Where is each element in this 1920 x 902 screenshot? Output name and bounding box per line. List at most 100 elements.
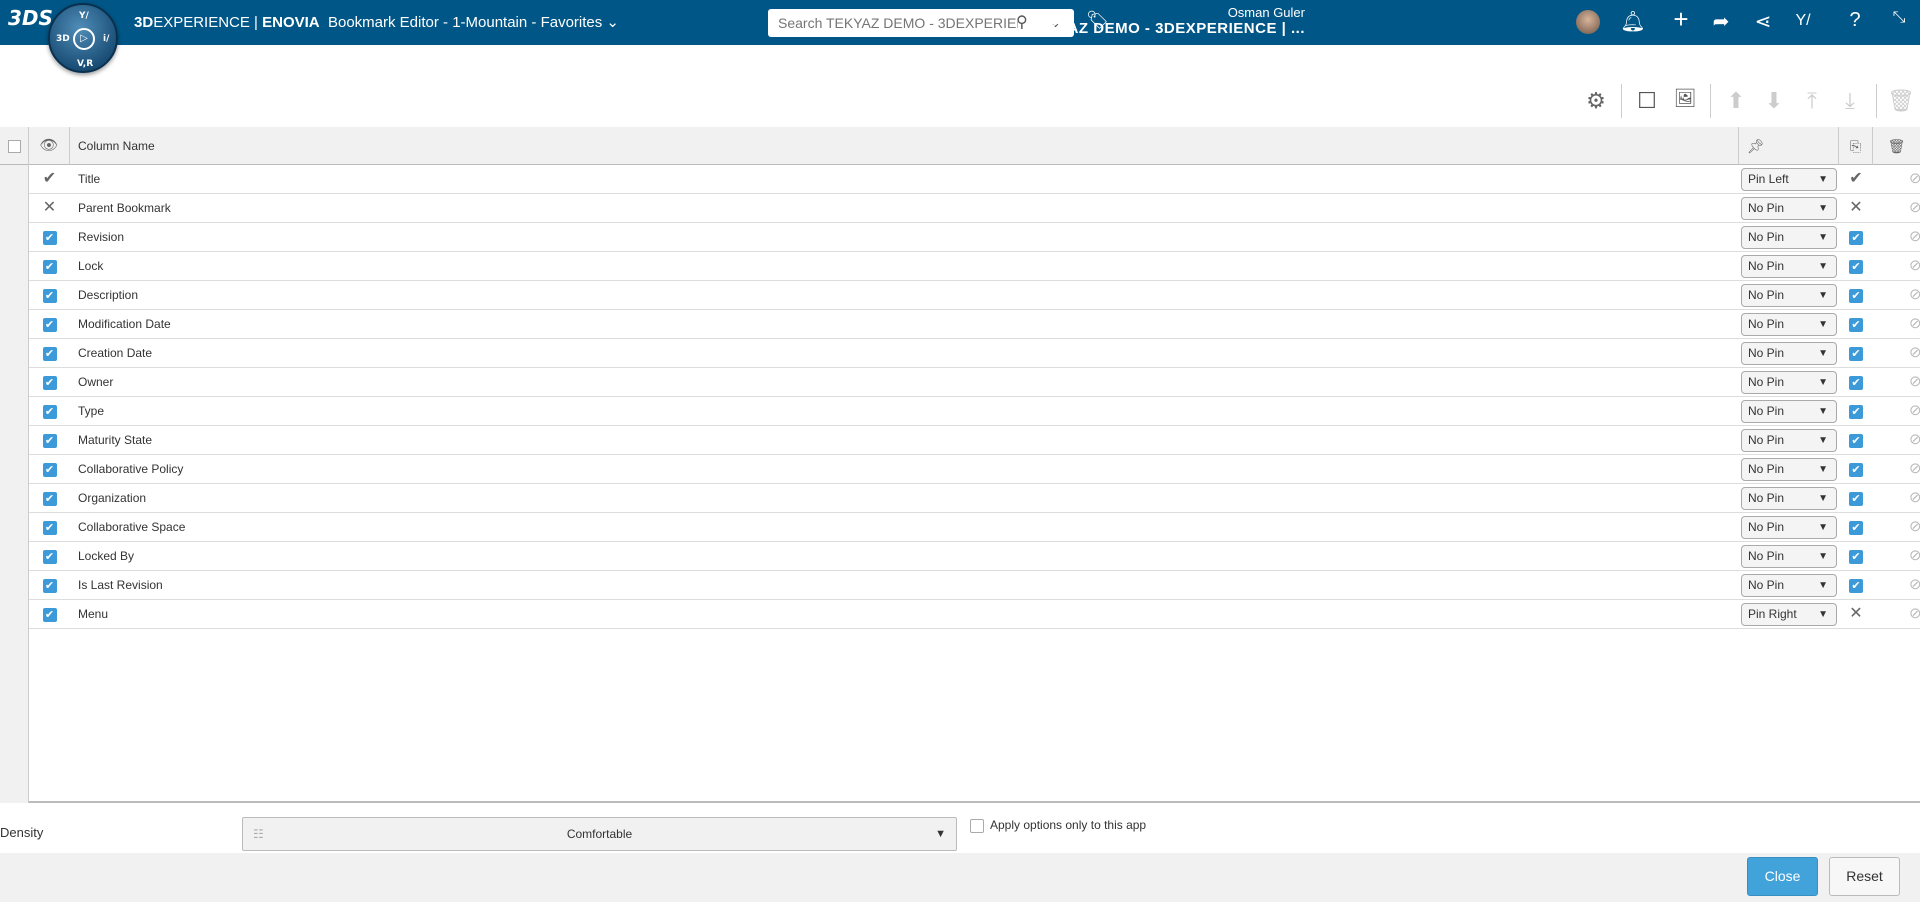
- export-checkbox[interactable]: ✔: [1849, 404, 1863, 419]
- select-all-checkbox[interactable]: [0, 127, 29, 165]
- export-checkbox[interactable]: ✔: [1849, 520, 1863, 535]
- apply-checkbox[interactable]: [970, 818, 984, 833]
- pin-select[interactable]: Pin Right ▼: [1741, 603, 1837, 626]
- export-checkbox[interactable]: ✔: [1849, 346, 1863, 361]
- pin-select[interactable]: No Pin ▼: [1741, 516, 1837, 539]
- move-top-icon[interactable]: ⤒: [1799, 88, 1825, 114]
- export-checkbox[interactable]: ✔: [1849, 230, 1863, 245]
- close-button[interactable]: Close: [1747, 857, 1818, 896]
- export-checkbox[interactable]: ✔: [1849, 375, 1863, 390]
- pin-select[interactable]: No Pin ▼: [1741, 255, 1837, 278]
- visible-checkbox[interactable]: ✔: [42, 491, 57, 506]
- table-row[interactable]: ✔ Description No Pin ▼ ✔ ⊘: [29, 281, 1920, 310]
- export-checkbox[interactable]: ✔: [1849, 317, 1863, 332]
- move-down-icon[interactable]: ⬇: [1761, 88, 1787, 114]
- table-row[interactable]: ✔ Title Pin Left ▼ ✔ ⊘: [29, 165, 1920, 194]
- trash-icon[interactable]: 🗑︎: [1873, 127, 1920, 165]
- compass-icon[interactable]: Y/ 3D i/ V,R ▷: [48, 3, 118, 73]
- export-checkbox[interactable]: ✔: [1849, 578, 1863, 593]
- visible-checkbox[interactable]: ✔: [42, 607, 57, 622]
- pin-select[interactable]: No Pin ▼: [1741, 458, 1837, 481]
- visible-checkbox[interactable]: ✔: [42, 317, 57, 332]
- chevron-down-icon[interactable]: ⌄: [606, 14, 619, 31]
- notification-icon[interactable]: 🔔︎: [1620, 9, 1646, 34]
- share-icon[interactable]: ➦: [1708, 9, 1734, 34]
- play-icon[interactable]: ▷: [73, 28, 95, 50]
- export-checkbox[interactable]: ✔: [1849, 288, 1863, 303]
- visible-checkbox[interactable]: ✔: [42, 346, 57, 361]
- table-row[interactable]: ✔ Revision No Pin ▼ ✔ ⊘: [29, 223, 1920, 252]
- social-share-icon[interactable]: ⋖: [1750, 9, 1776, 34]
- table-row[interactable]: ✔ Owner No Pin ▼ ✔ ⊘: [29, 368, 1920, 397]
- compass-right[interactable]: i/: [103, 34, 109, 44]
- pin-select[interactable]: Pin Left ▼: [1741, 168, 1837, 191]
- visible-checkbox[interactable]: ✔: [42, 578, 57, 593]
- search-icon[interactable]: ⚲: [1016, 12, 1028, 32]
- table-row[interactable]: ✔ Is Last Revision No Pin ▼ ✔ ⊘: [29, 571, 1920, 600]
- app-title[interactable]: 3DEXPERIENCE | ENOVIA Bookmark Editor - …: [134, 13, 619, 31]
- table-row[interactable]: ✔ Collaborative Space No Pin ▼ ✔ ⊘: [29, 513, 1920, 542]
- collapse-icon[interactable]: ⤡: [1886, 9, 1912, 27]
- table-row[interactable]: ✔ Lock No Pin ▼ ✔ ⊘: [29, 252, 1920, 281]
- pin-icon[interactable]: 📌︎: [1739, 127, 1839, 165]
- pin-select[interactable]: No Pin ▼: [1741, 342, 1837, 365]
- table-row[interactable]: ✔ Type No Pin ▼ ✔ ⊘: [29, 397, 1920, 426]
- avatar[interactable]: [1576, 10, 1600, 34]
- column-name-header[interactable]: Column Name: [70, 127, 1739, 165]
- export-icon[interactable]: ⎘: [1839, 127, 1873, 165]
- table-row[interactable]: ✔ Modification Date No Pin ▼ ✔ ⊘: [29, 310, 1920, 339]
- visible-checkbox[interactable]: ✔: [42, 520, 57, 535]
- visible-checkbox[interactable]: ✔: [42, 462, 57, 477]
- pin-select[interactable]: No Pin ▼: [1741, 400, 1837, 423]
- eye-icon[interactable]: 👁︎: [29, 127, 70, 165]
- export-checkbox[interactable]: ✔: [1849, 433, 1863, 448]
- pin-select[interactable]: No Pin ▼: [1741, 371, 1837, 394]
- export-checkbox[interactable]: ✔: [1849, 549, 1863, 564]
- table-row[interactable]: ✔ Organization No Pin ▼ ✔ ⊘: [29, 484, 1920, 513]
- visible-checkbox[interactable]: ✔: [42, 433, 57, 448]
- trash-icon[interactable]: 🗑︎: [1887, 88, 1915, 114]
- pin-select[interactable]: No Pin ▼: [1741, 226, 1837, 249]
- pin-value: No Pin: [1748, 462, 1785, 476]
- search-input[interactable]: [778, 15, 1018, 31]
- visible-checkbox[interactable]: ✔: [42, 230, 57, 245]
- visible-checkbox[interactable]: ✔: [42, 404, 57, 419]
- pin-select[interactable]: No Pin ▼: [1741, 574, 1837, 597]
- image-icon[interactable]: 🖼︎: [1672, 88, 1698, 109]
- table-row[interactable]: ✔ Collaborative Policy No Pin ▼ ✔ ⊘: [29, 455, 1920, 484]
- table-row[interactable]: ✔ Creation Date No Pin ▼ ✔ ⊘: [29, 339, 1920, 368]
- square-icon[interactable]: ☐: [1634, 88, 1660, 114]
- visible-checkbox[interactable]: ✔: [42, 288, 57, 303]
- pin-select[interactable]: No Pin ▼: [1741, 487, 1837, 510]
- pin-select[interactable]: No Pin ▼: [1741, 197, 1837, 220]
- pin-select[interactable]: No Pin ▼: [1741, 313, 1837, 336]
- reset-button[interactable]: Reset: [1829, 857, 1900, 896]
- apply-option[interactable]: Apply options only to this app: [970, 818, 1146, 833]
- dropdown-arrow-icon: ▼: [1818, 580, 1828, 591]
- move-bottom-icon[interactable]: ⤓: [1837, 88, 1863, 114]
- compass-top[interactable]: Y/: [79, 11, 89, 21]
- pin-select[interactable]: No Pin ▼: [1741, 284, 1837, 307]
- export-checkbox[interactable]: ✔: [1849, 259, 1863, 274]
- table-row[interactable]: ✔ Maturity State No Pin ▼ ✔ ⊘: [29, 426, 1920, 455]
- table-row[interactable]: ✔ Menu Pin Right ▼ ✕ ⊘: [29, 600, 1920, 629]
- help-icon[interactable]: ?: [1842, 9, 1868, 32]
- export-checkbox[interactable]: ✔: [1849, 491, 1863, 506]
- visible-checkbox[interactable]: ✔: [42, 259, 57, 274]
- export-checkbox[interactable]: ✔: [1849, 462, 1863, 477]
- visible-checkbox[interactable]: ✔: [42, 375, 57, 390]
- dassault-logo[interactable]: 3DS: [8, 6, 53, 30]
- add-icon[interactable]: +: [1668, 4, 1694, 35]
- user-info[interactable]: Osman Guler TEKYAZ DEMO - 3DEXPERIENCE |…: [1027, 5, 1305, 37]
- table-row[interactable]: ✕ Parent Bookmark No Pin ▼ ✕ ⊘: [29, 194, 1920, 223]
- apps-icon[interactable]: Y/: [1790, 12, 1816, 30]
- table-row[interactable]: ✔ Locked By No Pin ▼ ✔ ⊘: [29, 542, 1920, 571]
- pin-select[interactable]: No Pin ▼: [1741, 429, 1837, 452]
- compass-bottom[interactable]: V,R: [77, 59, 93, 69]
- pin-select[interactable]: No Pin ▼: [1741, 545, 1837, 568]
- gear-icon[interactable]: ⚙: [1583, 88, 1609, 114]
- visible-checkbox[interactable]: ✔: [42, 549, 57, 564]
- density-select[interactable]: ☷ Comfortable ▼: [242, 817, 957, 851]
- move-up-icon[interactable]: ⬆: [1723, 88, 1749, 114]
- compass-left[interactable]: 3D: [56, 34, 70, 44]
